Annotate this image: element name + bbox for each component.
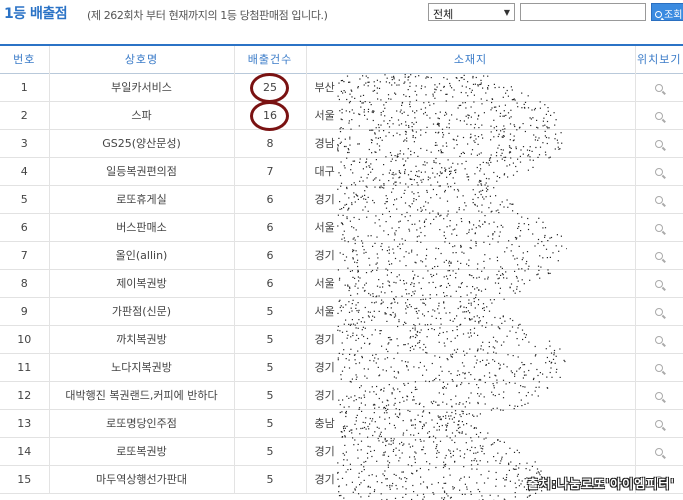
search-button-label: 조회 bbox=[664, 10, 683, 21]
page-subtitle: (제 262회차 부터 현재까지의 1등 당첨판매점 입니다.) bbox=[87, 9, 328, 22]
cell-win-count: 7 bbox=[233, 157, 306, 185]
cell-location bbox=[634, 325, 683, 353]
cell-location bbox=[634, 437, 683, 465]
cell-win-count: 6 bbox=[233, 213, 306, 241]
magnifier-icon[interactable] bbox=[655, 363, 664, 372]
cell-store-name: 대박행진 복권랜드,커피에 반하다 bbox=[48, 381, 234, 409]
cell-win-count: 5 bbox=[233, 381, 306, 409]
cell-number: 6 bbox=[20, 220, 28, 234]
cell-location bbox=[634, 409, 683, 437]
cell-number: 7 bbox=[20, 248, 28, 262]
magnifier-icon[interactable] bbox=[655, 251, 664, 260]
search-input[interactable] bbox=[520, 3, 646, 21]
cell-number: 8 bbox=[20, 276, 28, 290]
magnifier-icon[interactable] bbox=[655, 167, 664, 176]
cell-location bbox=[634, 73, 683, 101]
cell-number: 5 bbox=[20, 192, 28, 206]
cell-location bbox=[634, 101, 683, 129]
column-header-address: 소재지 bbox=[305, 45, 635, 73]
magnifier-icon[interactable] bbox=[655, 447, 664, 456]
cell-location bbox=[634, 381, 683, 409]
cell-location bbox=[634, 129, 683, 157]
search-button[interactable]: 조회 bbox=[651, 3, 683, 21]
cell-win-count: 5 bbox=[233, 297, 306, 325]
cell-number: 11 bbox=[17, 360, 32, 374]
cell-location bbox=[634, 157, 683, 185]
cell-number: 14 bbox=[17, 444, 32, 458]
cell-store-name: 마두역상행선가판대 bbox=[48, 465, 234, 493]
cell-win-count: 5 bbox=[233, 353, 306, 381]
cell-store-name: 로또복권방 bbox=[48, 437, 234, 465]
search-icon bbox=[655, 11, 662, 18]
cell-location bbox=[634, 185, 683, 213]
cell-number: 1 bbox=[20, 80, 28, 94]
magnifier-icon[interactable] bbox=[655, 419, 664, 428]
cell-store-name: 로또명당인주점 bbox=[48, 409, 234, 437]
magnifier-icon[interactable] bbox=[655, 223, 664, 232]
page-title: 1등 배출점 bbox=[4, 6, 68, 22]
cell-location bbox=[634, 213, 683, 241]
redacted-address-area bbox=[337, 74, 567, 500]
cell-win-count: 6 bbox=[233, 269, 306, 297]
magnifier-icon[interactable] bbox=[655, 83, 664, 92]
cell-number: 4 bbox=[20, 164, 28, 178]
magnifier-icon[interactable] bbox=[655, 307, 664, 316]
source-watermark: 출처:나눔로또'아이엠피터' bbox=[527, 477, 675, 491]
region-select[interactable]: 전체 ▼ bbox=[428, 3, 515, 21]
cell-store-name: 버스판매소 bbox=[48, 213, 234, 241]
cell-store-name: 가판점(신문) bbox=[48, 297, 234, 325]
cell-win-count: 5 bbox=[233, 325, 306, 353]
magnifier-icon[interactable] bbox=[655, 111, 664, 120]
cell-number: 10 bbox=[17, 332, 32, 346]
cell-number: 2 bbox=[20, 108, 28, 122]
column-header-location: 위치보기 bbox=[634, 45, 683, 73]
magnifier-icon[interactable] bbox=[655, 391, 664, 400]
region-select-value: 전체 bbox=[433, 8, 454, 21]
cell-number: 12 bbox=[17, 388, 32, 402]
table-header-row: 번호 상호명 배출건수 소재지 위치보기 bbox=[0, 45, 683, 73]
cell-store-name: 까치복권방 bbox=[48, 325, 234, 353]
cell-store-name: 일등복권편의점 bbox=[48, 157, 234, 185]
magnifier-icon[interactable] bbox=[655, 335, 664, 344]
cell-store-name: 노다지복권방 bbox=[48, 353, 234, 381]
cell-win-count: 6 bbox=[233, 185, 306, 213]
magnifier-icon[interactable] bbox=[655, 139, 664, 148]
magnifier-icon[interactable] bbox=[655, 279, 664, 288]
cell-win-count: 5 bbox=[233, 465, 306, 493]
highlight-circle-row-1 bbox=[250, 73, 289, 103]
cell-location bbox=[634, 241, 683, 269]
cell-store-name: 제이복권방 bbox=[48, 269, 234, 297]
cell-win-count: 5 bbox=[233, 409, 306, 437]
magnifier-icon[interactable] bbox=[655, 195, 664, 204]
dropdown-arrow-icon: ▼ bbox=[503, 8, 510, 17]
cell-location bbox=[634, 297, 683, 325]
cell-location bbox=[634, 353, 683, 381]
column-header-store-name: 상호명 bbox=[48, 45, 234, 73]
column-header-win-count: 배출건수 bbox=[233, 45, 306, 73]
cell-store-name: 부일카서비스 bbox=[48, 73, 234, 101]
cell-number: 13 bbox=[17, 416, 32, 430]
cell-number: 15 bbox=[17, 472, 32, 486]
column-header-number: 번호 bbox=[13, 53, 36, 67]
cell-location bbox=[634, 269, 683, 297]
top-bar: 1등 배출점 (제 262회차 부터 현재까지의 1등 당첨판매점 입니다.) … bbox=[0, 0, 683, 30]
cell-store-name: GS25(양산문성) bbox=[48, 129, 234, 157]
cell-store-name: 로또휴게실 bbox=[48, 185, 234, 213]
cell-number: 3 bbox=[20, 136, 28, 150]
cell-win-count: 6 bbox=[233, 241, 306, 269]
highlight-circle-row-2 bbox=[250, 101, 289, 131]
cell-store-name: 올인(allin) bbox=[48, 241, 234, 269]
cell-number: 9 bbox=[20, 304, 28, 318]
cell-win-count: 8 bbox=[233, 129, 306, 157]
cell-win-count: 5 bbox=[233, 437, 306, 465]
cell-store-name: 스파 bbox=[48, 101, 234, 129]
